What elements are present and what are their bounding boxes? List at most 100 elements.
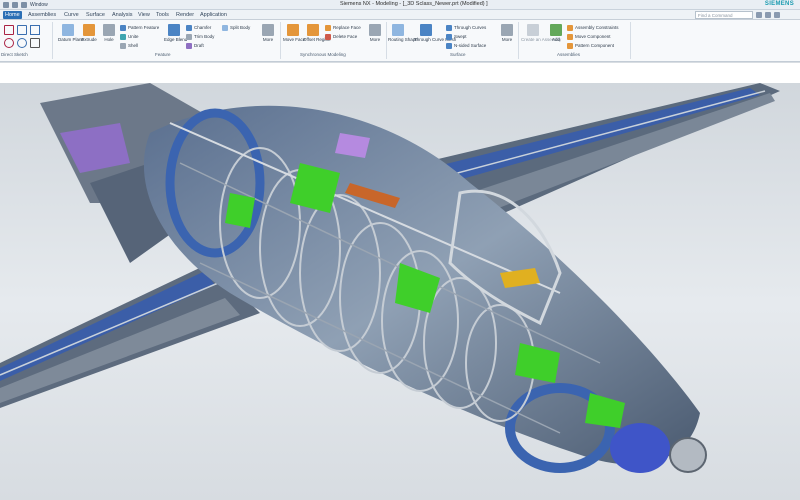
more-icon <box>369 24 381 36</box>
chamfer-icon <box>186 24 192 31</box>
tab-surface[interactable]: Surface <box>84 11 107 19</box>
edge-blend-label: Edge Blend <box>164 37 188 42</box>
unite-button[interactable]: Unite <box>120 33 139 40</box>
tab-tools[interactable]: Tools <box>154 11 171 19</box>
pattern-feature-label: Pattern Feature <box>128 25 160 30</box>
through-curve-mesh-icon <box>420 24 432 36</box>
group-label-feature: Feature <box>155 52 171 57</box>
draft-button[interactable]: Draft <box>186 42 204 49</box>
undo-icon[interactable] <box>12 2 18 8</box>
shell-button[interactable]: Shell <box>120 42 138 49</box>
through-curves-icon <box>446 24 452 31</box>
surface-more-label: More <box>501 37 513 42</box>
offset-region-label: Offset Region <box>303 37 331 42</box>
feature-more-button[interactable]: More <box>258 24 278 42</box>
move-component-button[interactable]: Move Component <box>567 33 611 40</box>
feature-more-label: More <box>262 37 274 42</box>
through-curve-mesh-button[interactable]: Through Curve Mesh <box>414 24 457 42</box>
replace-face-label: Replace Face <box>333 25 361 30</box>
more-icon <box>262 24 274 36</box>
unite-icon <box>120 33 126 40</box>
ribbon-separator <box>518 22 519 59</box>
hole-button[interactable]: Hole <box>99 24 119 42</box>
through-curves-label: Through Curves <box>454 25 487 30</box>
swept-button[interactable]: Swept <box>446 33 467 40</box>
add-component-button[interactable]: Add <box>546 24 566 42</box>
ribbon-separator <box>280 22 281 59</box>
tab-application[interactable]: Application <box>198 11 229 19</box>
through-curve-mesh-label: Through Curve Mesh <box>414 37 457 42</box>
ribbon-separator <box>630 22 631 59</box>
tab-assemblies[interactable]: Assemblies <box>26 11 58 19</box>
datum-plane-button[interactable]: Datum Plane <box>58 24 85 42</box>
viewport-top-strip <box>0 63 800 83</box>
replace-face-button[interactable]: Replace Face <box>325 24 361 31</box>
move-component-icon <box>567 33 573 40</box>
assembly-constraints-icon <box>567 24 573 31</box>
create-assembly-button[interactable]: Create an Assembly <box>521 24 562 42</box>
point-icon[interactable] <box>30 38 40 48</box>
rectangle-icon[interactable] <box>17 25 27 35</box>
add-component-icon <box>550 24 562 36</box>
help-icon[interactable] <box>756 12 762 18</box>
save-icon[interactable] <box>3 2 9 8</box>
group-label-surface: Surface <box>450 52 466 57</box>
extrude-button[interactable]: Extrude <box>79 24 99 42</box>
tab-render[interactable]: Render <box>174 11 196 19</box>
through-curves-button[interactable]: Through Curves <box>446 24 486 31</box>
edge-blend-icon <box>168 24 180 36</box>
trim-body-button[interactable]: Trim Body <box>186 33 214 40</box>
tab-analysis[interactable]: Analysis <box>110 11 134 19</box>
window-menu[interactable]: Window <box>30 2 48 8</box>
create-assembly-icon <box>527 24 539 36</box>
unite-label: Unite <box>128 34 139 39</box>
pattern-component-button[interactable]: Pattern Component <box>567 42 614 49</box>
close-icon[interactable] <box>774 12 780 18</box>
edge-blend-button[interactable]: Edge Blend <box>164 24 188 42</box>
profile-icon[interactable] <box>4 25 14 35</box>
trim-body-icon <box>186 33 192 40</box>
redo-icon[interactable] <box>21 2 27 8</box>
quick-access-toolbar: Window <box>3 1 48 9</box>
n-sided-surface-button[interactable]: N-sided Surface <box>446 42 486 49</box>
hole-icon <box>103 24 115 36</box>
assembly-constraints-button[interactable]: Assembly Constraints <box>567 24 619 31</box>
delete-face-button[interactable]: Delete Face <box>325 33 357 40</box>
split-body-label: Split Body <box>230 25 251 30</box>
trim-body-label: Trim Body <box>194 34 215 39</box>
group-label-assemblies: Assemblies <box>557 52 581 57</box>
command-finder-input[interactable]: Find a Command <box>695 11 753 19</box>
offset-region-icon <box>307 24 319 36</box>
move-face-label: Move Face <box>283 37 306 42</box>
arc-icon[interactable] <box>4 38 14 48</box>
n-sided-surface-label: N-sided Surface <box>454 43 487 48</box>
routing-shape-button[interactable]: Routing Shape <box>388 24 418 42</box>
datum-plane-label: Datum Plane <box>58 37 85 42</box>
extrude-icon <box>83 24 95 36</box>
hole-label: Hole <box>104 37 114 42</box>
move-face-button[interactable]: Move Face <box>283 24 306 42</box>
offset-region-button[interactable]: Offset Region <box>303 24 331 42</box>
tab-view[interactable]: View <box>136 11 152 19</box>
split-body-button[interactable]: Split Body <box>222 24 250 31</box>
shell-label: Shell <box>128 43 139 48</box>
tab-home[interactable]: Home <box>3 11 22 19</box>
line-icon[interactable] <box>30 25 40 35</box>
draft-label: Draft <box>194 43 204 48</box>
surface-more-button[interactable]: More <box>497 24 517 42</box>
group-label-direct-sketch: Direct Sketch <box>1 52 28 57</box>
create-assembly-label: Create an Assembly <box>521 37 562 42</box>
assembly-constraints-label: Assembly Constraints <box>575 25 619 30</box>
chamfer-button[interactable]: Chamfer <box>186 24 211 31</box>
group-label-synchronous: Synchronous Modeling <box>300 52 346 57</box>
ribbon-tabs: Home Assemblies Curve Surface Analysis V… <box>0 10 800 20</box>
more-icon <box>501 24 513 36</box>
routing-shape-label: Routing Shape <box>388 37 418 42</box>
circle-icon[interactable] <box>17 38 27 48</box>
minimize-icon[interactable] <box>765 12 771 18</box>
title-bar: Window Siemens NX - Modeling - [_3D Scla… <box>0 0 800 10</box>
sync-more-button[interactable]: More <box>365 24 385 42</box>
graphics-viewport[interactable] <box>0 63 800 500</box>
tab-curve[interactable]: Curve <box>62 11 81 19</box>
pattern-feature-button[interactable]: Pattern Feature <box>120 24 159 31</box>
